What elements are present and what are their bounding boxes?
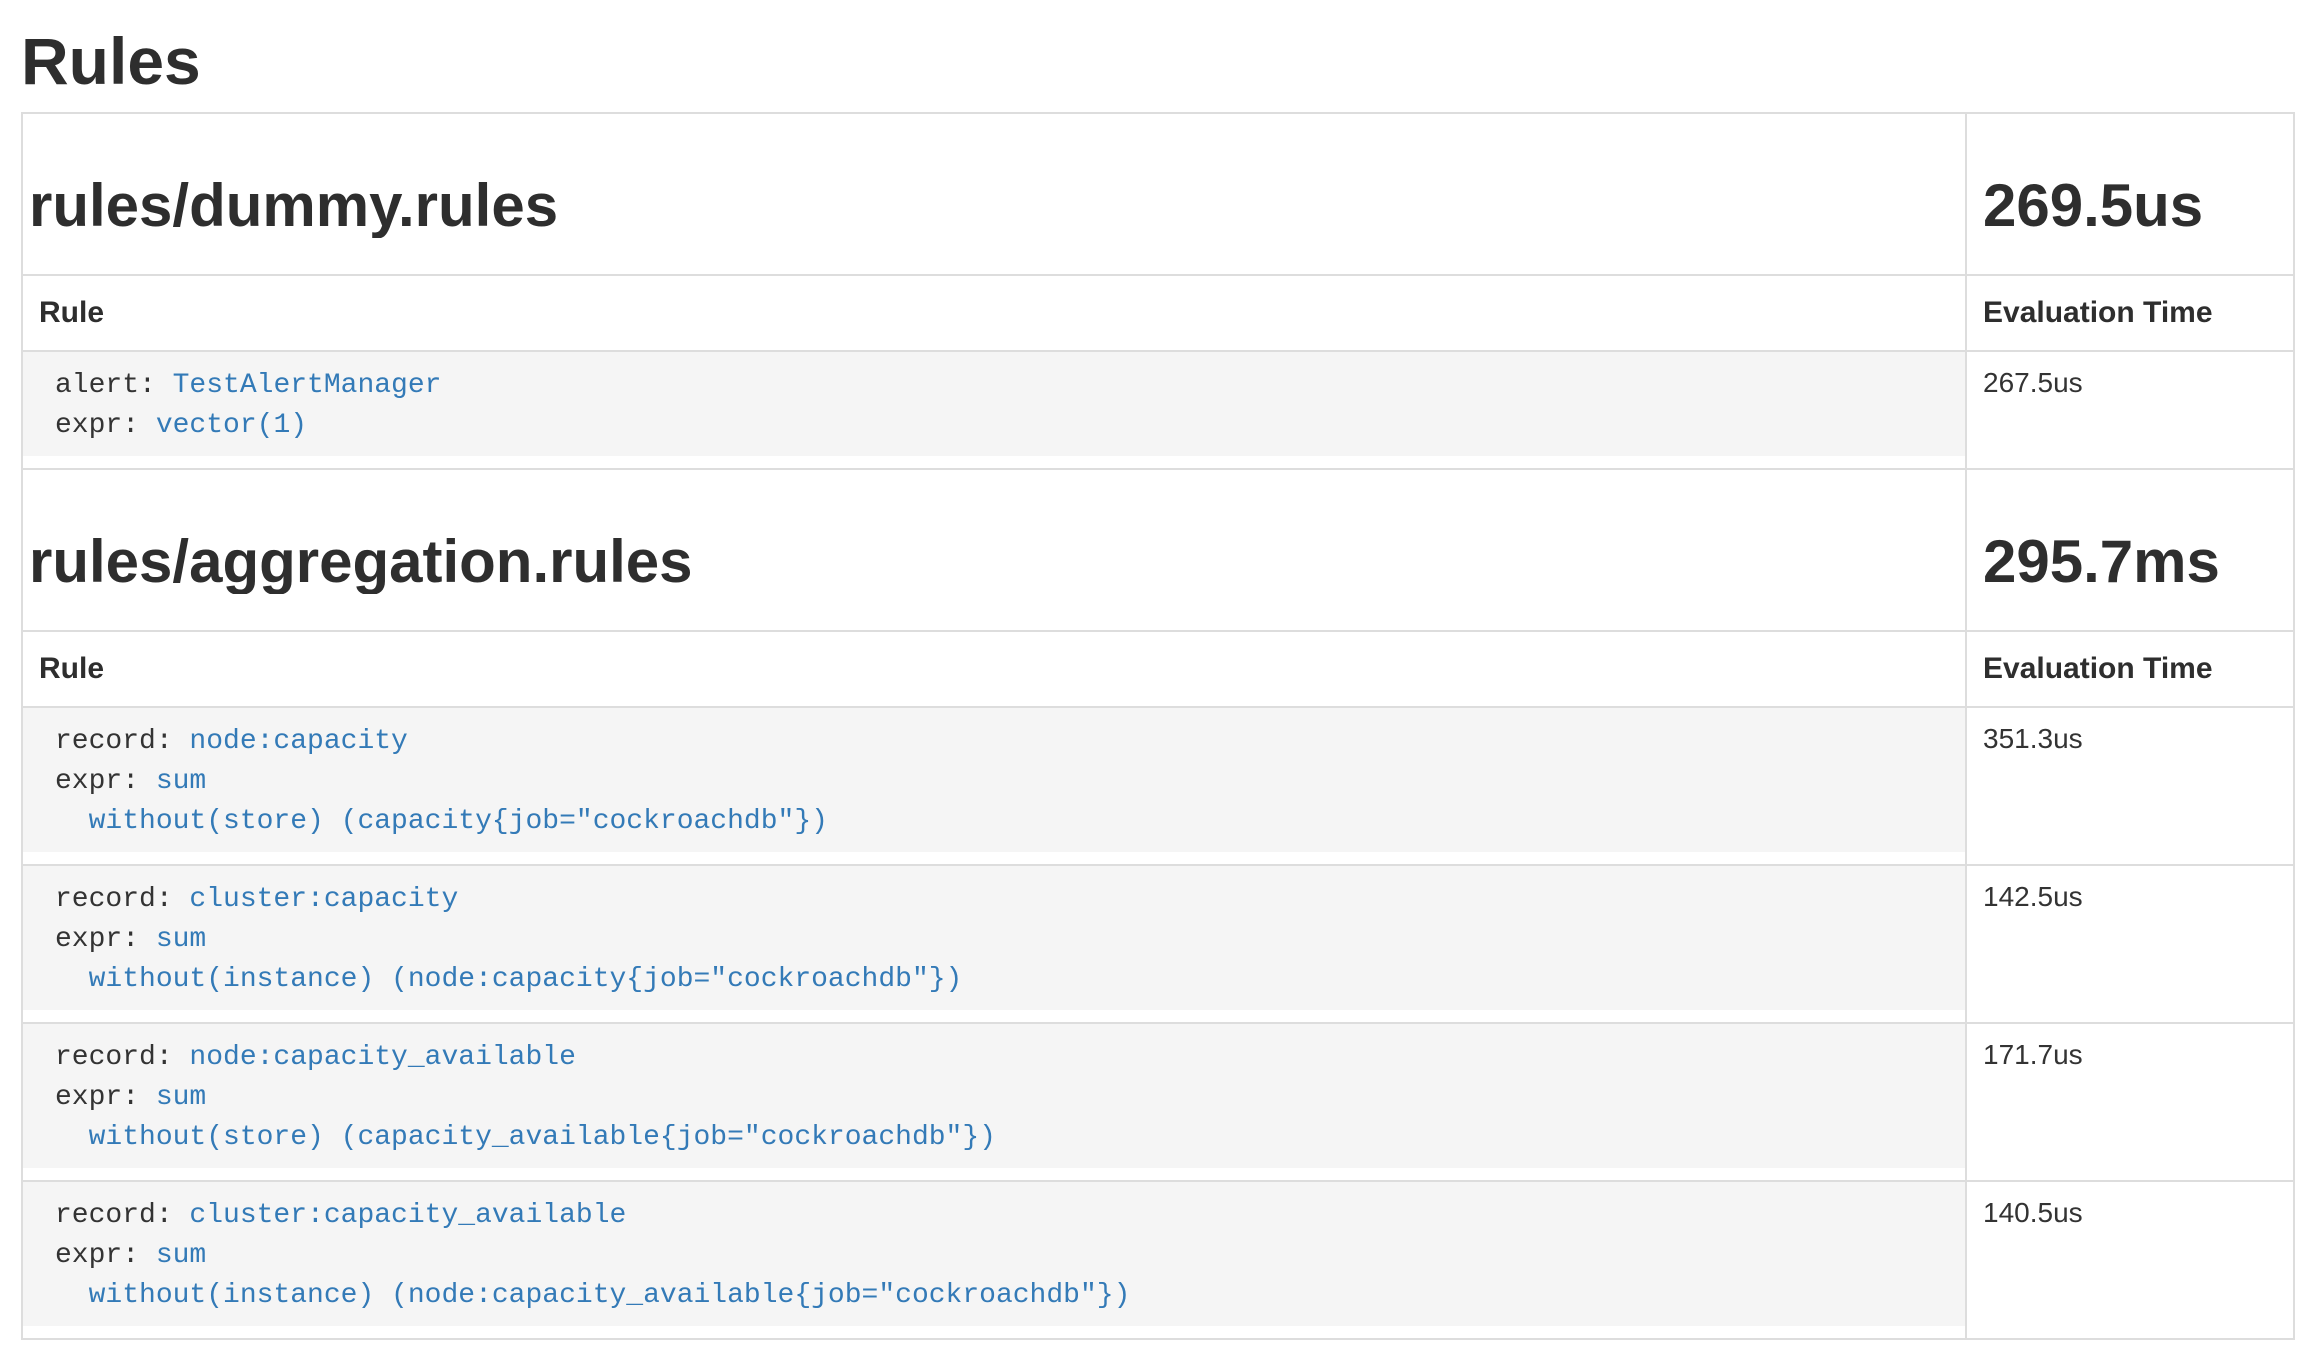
rule-eval-time: 171.7us <box>1966 1023 2294 1181</box>
rule-eval-time: 351.3us <box>1966 707 2294 865</box>
rule-keyword: expr: <box>55 766 156 797</box>
rule-row: alert: TestAlertManager expr: vector(1)2… <box>22 351 2294 469</box>
rule-group-header-row: rules/aggregation.rules 295.7ms <box>22 469 2294 631</box>
rule-keyword: record: <box>55 1200 189 1231</box>
rule-column-header: Rule <box>22 275 1966 351</box>
rule-group-file-cell: rules/dummy.rules <box>22 113 1966 275</box>
page-title: Rules <box>21 26 2293 96</box>
rule-expression-link[interactable]: sum without(store) (capacity_available{j… <box>55 1082 996 1153</box>
rule-column-header: Rule <box>22 631 1966 707</box>
rule-cell: record: cluster:capacity expr: sum witho… <box>22 865 1966 1023</box>
rule-expression-link[interactable]: sum without(store) (capacity{job="cockro… <box>55 766 828 837</box>
rule-expression-link[interactable]: node:capacity <box>189 726 407 757</box>
rule-keyword: record: <box>55 726 189 757</box>
rule-expression-link[interactable]: cluster:capacity <box>189 884 458 915</box>
rule-group-eval-time: 295.7ms <box>1983 530 2277 594</box>
rule-row: record: node:capacity expr: sum without(… <box>22 707 2294 865</box>
rule-cell: alert: TestAlertManager expr: vector(1) <box>22 351 1966 469</box>
rule-expression-link[interactable]: cluster:capacity_available <box>189 1200 626 1231</box>
rule-group-file: rules/dummy.rules <box>29 174 1949 238</box>
rule-keyword: expr: <box>55 1082 156 1113</box>
column-header-row: RuleEvaluation Time <box>22 631 2294 707</box>
rule-keyword: expr: <box>55 1240 156 1271</box>
rule-row: record: node:capacity_available expr: su… <box>22 1023 2294 1181</box>
rule-keyword: expr: <box>55 924 156 955</box>
rules-table-body: rules/dummy.rules269.5usRuleEvaluation T… <box>22 113 2294 1339</box>
evaluation-time-column-header: Evaluation Time <box>1966 275 2294 351</box>
rule-eval-time: 267.5us <box>1966 351 2294 469</box>
rules-table: rules/dummy.rules269.5usRuleEvaluation T… <box>21 112 2295 1340</box>
rule-code: record: cluster:capacity expr: sum witho… <box>23 866 1965 1010</box>
rule-cell: record: node:capacity expr: sum without(… <box>22 707 1966 865</box>
rule-code: record: node:capacity expr: sum without(… <box>23 708 1965 852</box>
rule-code: alert: TestAlertManager expr: vector(1) <box>23 352 1965 456</box>
evaluation-time-column-header: Evaluation Time <box>1966 631 2294 707</box>
rule-group-file-cell: rules/aggregation.rules <box>22 469 1966 631</box>
rule-group-eval-time: 269.5us <box>1983 174 2277 238</box>
rule-keyword: record: <box>55 1042 189 1073</box>
column-header-row: RuleEvaluation Time <box>22 275 2294 351</box>
rule-group-eval-time-cell: 269.5us <box>1966 113 2294 275</box>
rule-expression-link[interactable]: sum without(instance) (node:capacity{job… <box>55 924 962 995</box>
rule-group-eval-time-cell: 295.7ms <box>1966 469 2294 631</box>
rule-cell: record: cluster:capacity_available expr:… <box>22 1181 1966 1339</box>
rules-page: Rules rules/dummy.rules269.5usRuleEvalua… <box>0 26 2316 1340</box>
rule-group-file: rules/aggregation.rules <box>29 530 1949 594</box>
rule-code: record: cluster:capacity_available expr:… <box>23 1182 1965 1326</box>
rule-keyword: expr: <box>55 410 156 441</box>
rule-expression-link[interactable]: TestAlertManager <box>173 370 442 401</box>
rule-row: record: cluster:capacity expr: sum witho… <box>22 865 2294 1023</box>
rule-keyword: record: <box>55 884 189 915</box>
rule-expression-link[interactable]: sum without(instance) (node:capacity_ava… <box>55 1240 1130 1311</box>
rule-expression-link[interactable]: node:capacity_available <box>189 1042 575 1073</box>
rule-eval-time: 140.5us <box>1966 1181 2294 1339</box>
rule-expression-link[interactable]: vector(1) <box>156 410 307 441</box>
rule-cell: record: node:capacity_available expr: su… <box>22 1023 1966 1181</box>
rule-eval-time: 142.5us <box>1966 865 2294 1023</box>
rule-group-header-row: rules/dummy.rules 269.5us <box>22 113 2294 275</box>
rule-row: record: cluster:capacity_available expr:… <box>22 1181 2294 1339</box>
rule-keyword: alert: <box>55 370 173 401</box>
rule-code: record: node:capacity_available expr: su… <box>23 1024 1965 1168</box>
